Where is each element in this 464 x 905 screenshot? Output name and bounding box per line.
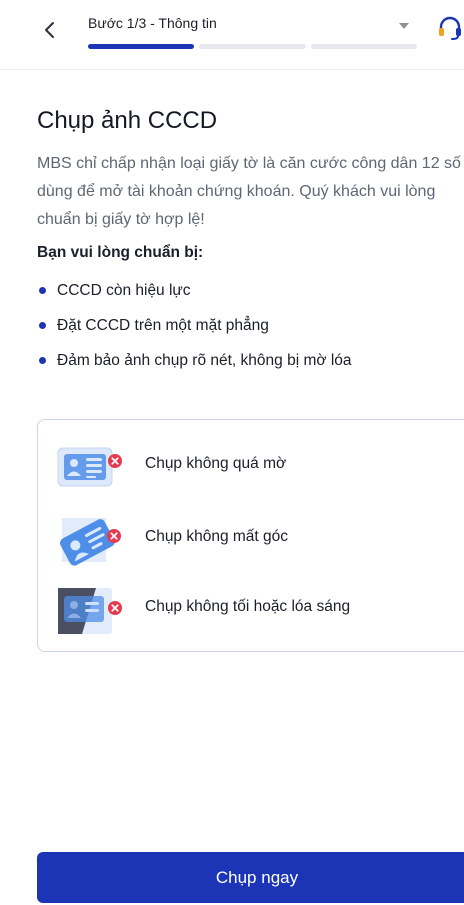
page-title: Chụp ảnh CCCD bbox=[37, 107, 218, 134]
list-item: Đặt CCCD trên một mặt phẳng bbox=[37, 313, 352, 348]
headset-support-icon[interactable] bbox=[436, 14, 464, 42]
list-item-text: Đảm bảo ảnh chụp rõ nét, không bị mờ lóa bbox=[57, 352, 352, 369]
list-item-text: Đặt CCCD trên một mặt phẳng bbox=[57, 317, 269, 334]
list-item: Đảm bảo ảnh chụp rõ nét, không bị mờ lóa bbox=[37, 348, 352, 383]
step-label: Bước 1/3 - Thông tin bbox=[88, 15, 217, 31]
list-item-text: CCCD còn hiệu lực bbox=[57, 282, 191, 299]
dark-glare-card-icon bbox=[58, 588, 122, 634]
cropped-card-icon bbox=[59, 518, 121, 566]
blurry-card-icon bbox=[57, 447, 122, 487]
tip-label: Chụp không tối hoặc lóa sáng bbox=[145, 598, 351, 615]
dropdown-caret-icon[interactable] bbox=[394, 16, 414, 36]
page-description: MBS chỉ chấp nhận loại giấy tờ là căn cư… bbox=[37, 155, 461, 228]
bullet-dot-icon bbox=[39, 287, 46, 294]
bullet-dot-icon bbox=[39, 322, 46, 329]
photo-tips-card: Chụp không quá mờ Chụp không mất góc Chụ… bbox=[37, 419, 464, 652]
progress-segment-3 bbox=[311, 44, 417, 49]
tip-label: Chụp không mất góc bbox=[145, 528, 289, 545]
back-chevron-icon[interactable] bbox=[38, 18, 62, 42]
tip-label: Chụp không quá mờ bbox=[145, 455, 287, 472]
capture-now-button[interactable]: Chụp ngay bbox=[37, 852, 464, 903]
list-item: CCCD còn hiệu lực bbox=[37, 278, 352, 313]
header: Bước 1/3 - Thông tin bbox=[0, 0, 464, 70]
prep-title: Bạn vui lòng chuẩn bị: bbox=[37, 244, 204, 261]
progress-segment-1 bbox=[88, 44, 194, 49]
bullet-dot-icon bbox=[39, 357, 46, 364]
prep-list: CCCD còn hiệu lực Đặt CCCD trên một mặt … bbox=[37, 278, 352, 383]
progress-segment-2 bbox=[199, 44, 306, 49]
